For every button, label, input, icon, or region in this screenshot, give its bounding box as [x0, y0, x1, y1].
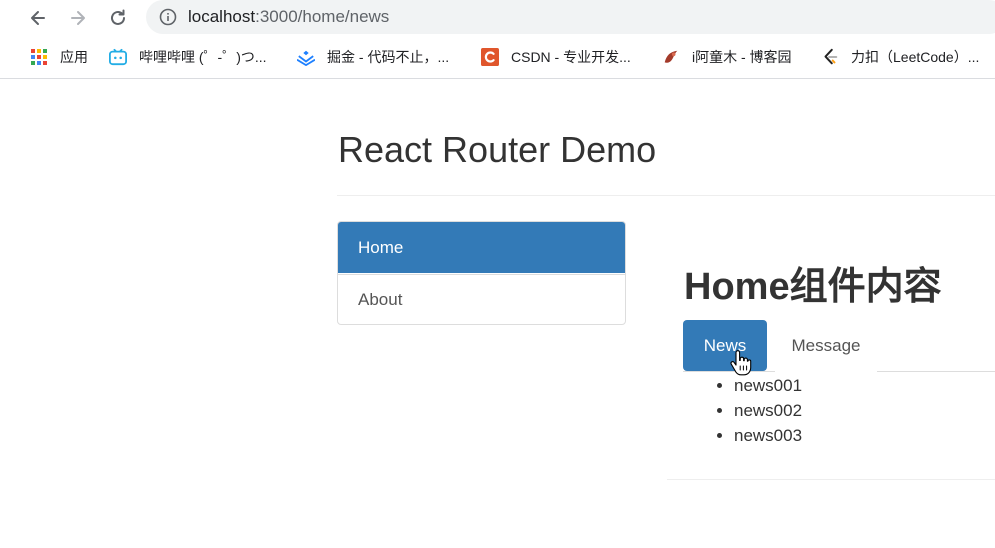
address-bar[interactable]: localhost:3000/home/news — [146, 0, 995, 34]
bookmark-leetcode[interactable]: 力扣（LeetCode）... — [821, 46, 979, 68]
url-host: localhost — [188, 7, 256, 26]
bookmark-label: i阿童木 - 博客园 — [692, 49, 792, 65]
bookmarks-bar: 应用 哔哩哔哩 (゜-゜)つ... 掘金 - 代码不止，... CSDN - 专… — [0, 36, 995, 79]
bookmark-label: 哔哩哔哩 (゜-゜)つ... — [139, 49, 267, 65]
cnblogs-icon — [662, 48, 680, 66]
arrow-left-icon — [31, 11, 45, 25]
bookmark-apps[interactable]: 应用 — [30, 46, 88, 68]
news-list: news001 news002 news003 — [716, 373, 802, 448]
list-item: news002 — [734, 398, 802, 423]
tab-message[interactable]: Message — [775, 320, 877, 372]
reload-icon — [111, 9, 125, 25]
side-nav: Home About — [337, 221, 626, 325]
bookmark-cnblogs[interactable]: i阿童木 - 博客园 — [662, 46, 792, 68]
list-item: news001 — [734, 373, 802, 398]
info-icon — [159, 8, 177, 26]
browser-toolbar: localhost:3000/home/news — [0, 0, 995, 36]
leetcode-icon — [821, 48, 839, 66]
content-divider — [667, 479, 995, 480]
back-button[interactable] — [24, 4, 52, 32]
sidenav-item-home[interactable]: Home — [338, 222, 625, 273]
title-divider — [337, 195, 995, 196]
bookmark-label: CSDN - 专业开发... — [511, 49, 631, 65]
bookmark-csdn[interactable]: CSDN - 专业开发... — [481, 46, 631, 68]
sidenav-item-about[interactable]: About — [338, 274, 625, 324]
home-heading: Home组件内容 — [684, 266, 942, 308]
juejin-icon — [297, 48, 315, 66]
url-text: localhost:3000/home/news — [188, 6, 389, 28]
bookmark-label: 力扣（LeetCode）... — [851, 49, 980, 65]
apps-grid-icon — [30, 48, 48, 66]
bookmark-label: 掘金 - 代码不止，... — [327, 49, 450, 65]
arrow-right-icon — [71, 11, 85, 25]
url-path: :3000/home/news — [255, 7, 390, 26]
bookmark-juejin[interactable]: 掘金 - 代码不止，... — [297, 46, 449, 68]
bilibili-icon — [109, 48, 127, 66]
csdn-icon — [481, 48, 499, 66]
forward-button[interactable] — [64, 4, 92, 32]
bookmark-label: 应用 — [60, 49, 88, 65]
tab-news[interactable]: News — [683, 320, 767, 371]
list-item: news003 — [734, 423, 802, 448]
reload-button[interactable] — [104, 4, 132, 32]
hand-pointer-icon — [730, 350, 752, 376]
page-title: React Router Demo — [338, 129, 657, 170]
bookmark-bilibili[interactable]: 哔哩哔哩 (゜-゜)つ... — [109, 46, 267, 68]
